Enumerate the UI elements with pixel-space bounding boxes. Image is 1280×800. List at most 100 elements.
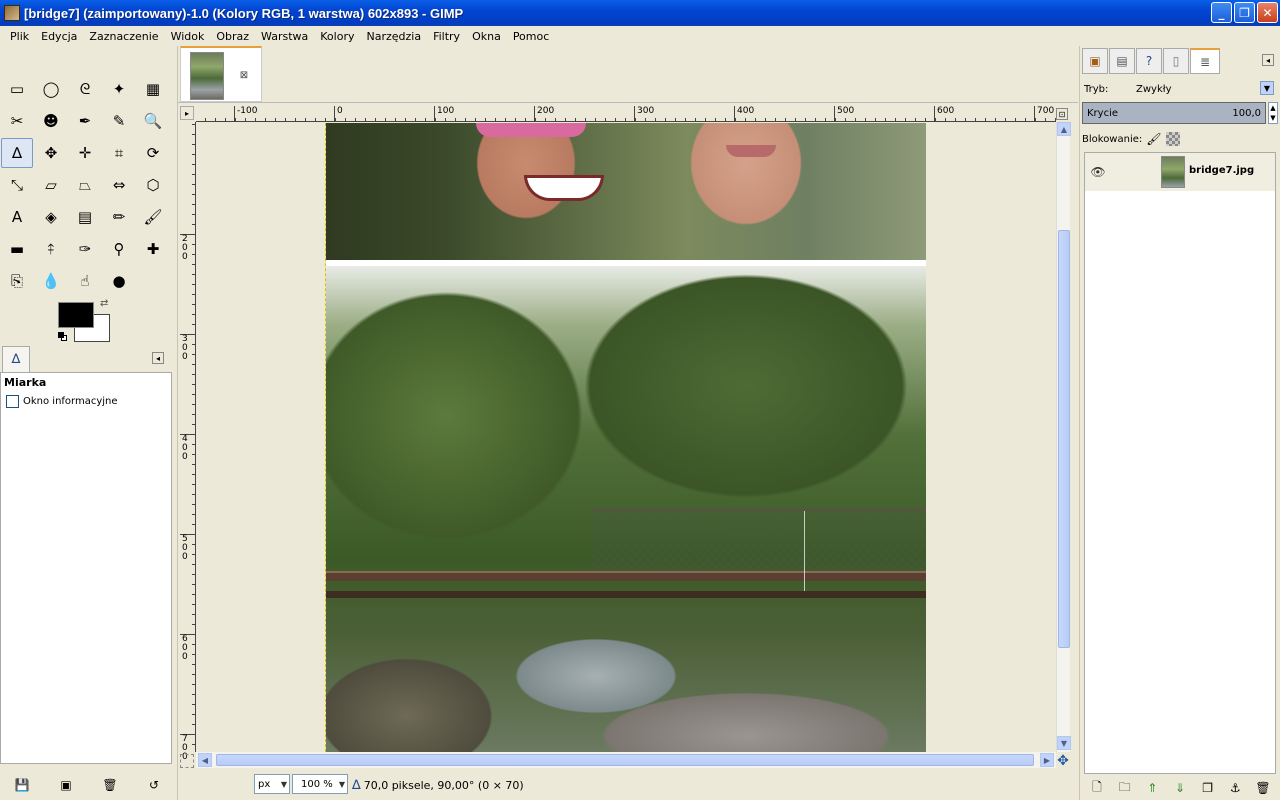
menu-filtry[interactable]: Filtry: [427, 30, 466, 43]
tool-button[interactable]: ⤡: [1, 170, 33, 200]
tool-button[interactable]: ⚲: [103, 234, 135, 264]
menu-warstwa[interactable]: Warstwa: [255, 30, 314, 43]
image-tab[interactable]: ⊠: [180, 46, 262, 102]
duplicate-layer-icon[interactable]: ❐: [1199, 780, 1217, 796]
tool-button[interactable]: ▦: [137, 74, 169, 104]
delete-layer-icon[interactable]: 🗑: [1254, 780, 1272, 796]
horizontal-scrollbar[interactable]: ◀ ▶: [196, 752, 1056, 768]
tool-button[interactable]: ☝: [69, 266, 101, 296]
anchor-layer-icon[interactable]: ⚓: [1226, 780, 1244, 796]
menu-narzedzia[interactable]: Narzędzia: [360, 30, 427, 43]
lower-layer-icon[interactable]: ⇓: [1171, 780, 1189, 796]
tool-button[interactable]: ✚: [137, 234, 169, 264]
mode-select[interactable]: Zwykły ▼: [1136, 80, 1276, 98]
vertical-scrollbar[interactable]: ▲ ▼: [1056, 122, 1071, 752]
ruler-menu-button[interactable]: ▸: [180, 106, 194, 120]
minimize-button[interactable]: _: [1211, 2, 1232, 23]
layer-name[interactable]: bridge7.jpg: [1189, 165, 1254, 176]
scroll-down-icon[interactable]: ▼: [1057, 736, 1071, 750]
menu-kolory[interactable]: Kolory: [314, 30, 360, 43]
tool-button[interactable]: ⏢: [69, 170, 101, 200]
tool-button[interactable]: A: [1, 202, 33, 232]
lock-alpha-icon[interactable]: [1165, 132, 1180, 146]
tool-button[interactable]: ⌗: [103, 138, 135, 168]
tool-button[interactable]: ▭: [1, 74, 33, 104]
tab-help[interactable]: ?: [1136, 48, 1162, 74]
tool-button[interactable]: ✒: [69, 106, 101, 136]
tool-button[interactable]: ☻: [35, 106, 67, 136]
horizontal-scroll-thumb[interactable]: [216, 754, 1034, 766]
tool-button[interactable]: ✂: [1, 106, 33, 136]
opacity-spinner[interactable]: ▲ ▼: [1268, 102, 1278, 124]
close-tab-icon[interactable]: ⊠: [239, 70, 249, 81]
menu-okna[interactable]: Okna: [466, 30, 507, 43]
tab-document[interactable]: ▯: [1163, 48, 1189, 74]
eye-icon[interactable]: 👁: [1085, 165, 1111, 179]
scroll-left-icon[interactable]: ◀: [198, 753, 212, 767]
reset-options-icon[interactable]: ↺: [145, 777, 163, 793]
tool-button[interactable]: ✑: [69, 234, 101, 264]
tool-button[interactable]: ⎘: [1, 266, 33, 296]
save-options-icon[interactable]: 💾: [13, 777, 31, 793]
menu-zaznaczenie[interactable]: Zaznaczenie: [83, 30, 164, 43]
restore-options-icon[interactable]: ▣: [57, 777, 75, 793]
menu-widok[interactable]: Widok: [165, 30, 211, 43]
vertical-scroll-thumb[interactable]: [1058, 230, 1070, 648]
reset-colors-icon[interactable]: [56, 330, 68, 341]
horizontal-ruler[interactable]: -100 0 100 200 300 400 500 600 700: [196, 106, 1056, 122]
tool-button[interactable]: ✥: [35, 138, 67, 168]
image-content[interactable]: [325, 123, 926, 752]
opacity-slider[interactable]: Krycie 100,0: [1082, 102, 1266, 124]
info-window-checkbox[interactable]: [6, 395, 19, 408]
menu-plik[interactable]: Plik: [4, 30, 35, 43]
tab-tool-options[interactable]: ∆: [2, 346, 30, 372]
tool-button[interactable]: ▤: [69, 202, 101, 232]
navigate-icon[interactable]: ✥: [1056, 753, 1070, 769]
tool-button[interactable]: ▱: [35, 170, 67, 200]
tool-button[interactable]: ⤉: [35, 234, 67, 264]
tab-layers[interactable]: ≣: [1190, 48, 1220, 74]
tool-button[interactable]: ⟳: [137, 138, 169, 168]
tool-button[interactable]: 💧: [35, 266, 67, 296]
new-layer-icon[interactable]: 🗋: [1088, 780, 1106, 796]
swap-colors-icon[interactable]: ⇄: [100, 298, 108, 309]
tool-button[interactable]: ∆: [1, 138, 33, 168]
tool-button[interactable]: ✛: [69, 138, 101, 168]
menu-obraz[interactable]: Obraz: [210, 30, 255, 43]
zoom-select[interactable]: 100 % ▼: [292, 774, 348, 794]
tool-button[interactable]: ●: [103, 266, 135, 296]
zoom-fit-icon[interactable]: ⊡: [1056, 108, 1068, 120]
foreground-color-swatch[interactable]: [58, 302, 94, 328]
canvas[interactable]: [197, 123, 1055, 752]
tool-button[interactable]: ◈: [35, 202, 67, 232]
info-window-option[interactable]: Okno informacyjne: [1, 392, 171, 411]
tool-button[interactable]: ᘓ: [69, 74, 101, 104]
list-item[interactable]: 👁 bridge7.jpg: [1085, 153, 1275, 191]
unit-select[interactable]: px ▼: [254, 774, 290, 794]
tool-button[interactable]: ▬: [1, 234, 33, 264]
quick-mask-icon[interactable]: [180, 754, 194, 768]
scroll-up-icon[interactable]: ▲: [1057, 122, 1071, 136]
tool-button[interactable]: ⬡: [137, 170, 169, 200]
menu-pomoc[interactable]: Pomoc: [507, 30, 555, 43]
new-group-icon[interactable]: 🗀: [1116, 780, 1134, 796]
panel-menu-button[interactable]: ◂: [152, 352, 164, 364]
tool-button[interactable]: ✦: [103, 74, 135, 104]
close-button[interactable]: ✕: [1257, 2, 1278, 23]
maximize-button[interactable]: ❐: [1234, 2, 1255, 23]
tool-button[interactable]: ✎: [103, 106, 135, 136]
tab-images[interactable]: ▤: [1109, 48, 1135, 74]
delete-options-icon[interactable]: 🗑: [101, 777, 119, 793]
tab-brushes[interactable]: ▣: [1082, 48, 1108, 74]
tool-button[interactable]: ◯: [35, 74, 67, 104]
raise-layer-icon[interactable]: ⇑: [1143, 780, 1161, 796]
vertical-ruler[interactable]: 200300400500600700: [180, 122, 196, 762]
lock-pixels-icon[interactable]: 🖌: [1146, 132, 1161, 146]
tool-button[interactable]: ✏: [103, 202, 135, 232]
tool-button[interactable]: 🖌: [137, 202, 169, 232]
menu-edycja[interactable]: Edycja: [35, 30, 83, 43]
tool-button[interactable]: ⇔: [103, 170, 135, 200]
scroll-right-icon[interactable]: ▶: [1040, 753, 1054, 767]
panel-menu-button[interactable]: ◂: [1262, 54, 1274, 66]
tool-button[interactable]: 🔍: [137, 106, 169, 136]
